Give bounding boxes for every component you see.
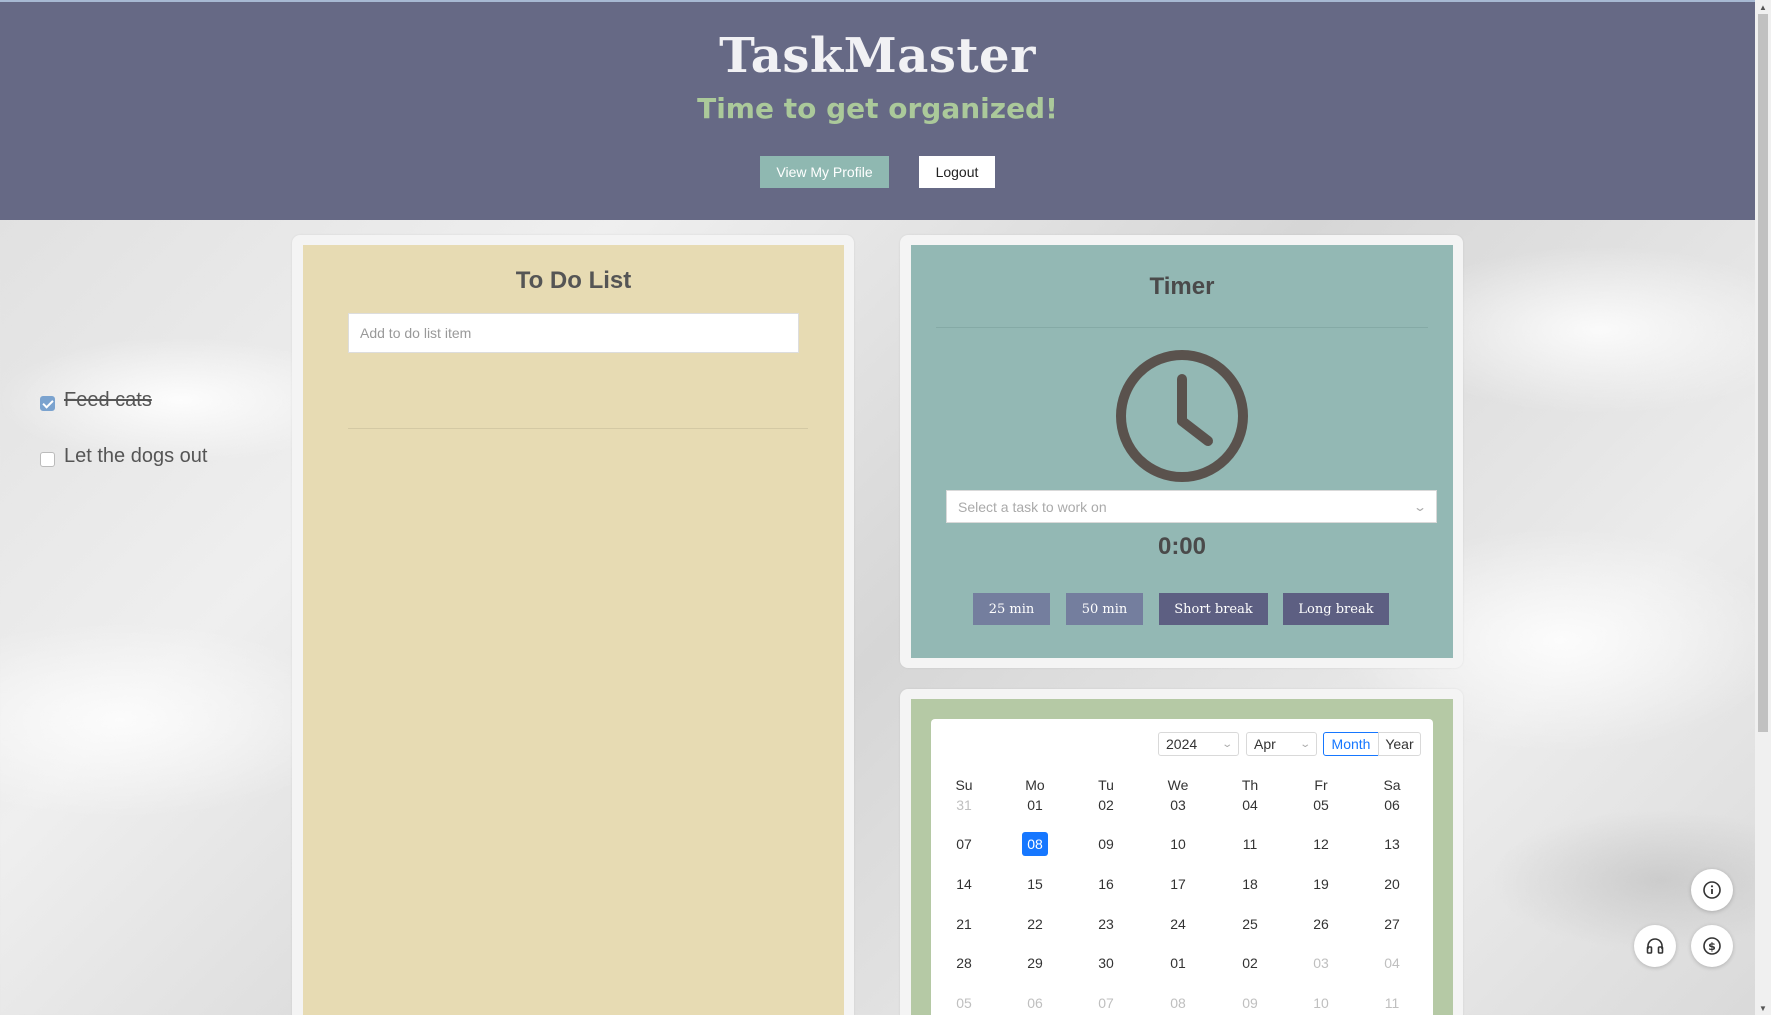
timer-25-min-button[interactable]: 25 min xyxy=(973,593,1050,625)
calendar-day[interactable]: 05 xyxy=(951,991,977,1015)
todo-checkbox[interactable] xyxy=(40,451,55,467)
todo-panel: To Do List Add to do list item xyxy=(303,245,844,1015)
calendar-day[interactable]: 08 xyxy=(1022,832,1048,856)
calendar: 2024 ⌄ Apr ⌄ Month Year Su Mo Tu We Th Fr Sa 31… xyxy=(931,719,1433,1015)
view-profile-button[interactable]: View My Profile xyxy=(760,156,889,188)
calendar-day[interactable]: 01 xyxy=(1022,793,1048,817)
timer-panel: Timer Select a task to work on ⌄ 0:00 25… xyxy=(911,245,1453,658)
calendar-day[interactable]: 03 xyxy=(1165,793,1191,817)
calendar-day[interactable]: 21 xyxy=(951,912,977,936)
calendar-day[interactable]: 18 xyxy=(1237,872,1263,896)
calendar-day[interactable]: 06 xyxy=(1022,991,1048,1015)
todo-item-label: Feed cats xyxy=(64,388,152,411)
calendar-day[interactable]: 04 xyxy=(1237,793,1263,817)
calendar-day[interactable]: 07 xyxy=(1093,991,1119,1015)
calendar-day[interactable]: 02 xyxy=(1237,951,1263,975)
calendar-day[interactable]: 26 xyxy=(1308,912,1334,936)
time-display: 0:00 xyxy=(1157,533,1207,560)
calendar-day[interactable]: 04 xyxy=(1379,951,1405,975)
calendar-day[interactable]: 31 xyxy=(951,793,977,817)
dollar-icon: $ xyxy=(1703,937,1721,955)
calendar-day[interactable]: 23 xyxy=(1093,912,1119,936)
clock-icon xyxy=(1116,350,1248,482)
calendar-day[interactable]: 20 xyxy=(1379,872,1405,896)
calendar-day[interactable]: 19 xyxy=(1308,872,1334,896)
chevron-down-icon: ⌄ xyxy=(1412,499,1428,514)
calendar-day[interactable]: 10 xyxy=(1165,832,1191,856)
timer-50-min-button[interactable]: 50 min xyxy=(1066,593,1143,625)
svg-text:$: $ xyxy=(1708,940,1716,953)
calendar-day[interactable]: 28 xyxy=(951,951,977,975)
donate-button[interactable]: $ xyxy=(1691,925,1733,967)
chevron-down-icon: ⌄ xyxy=(1220,738,1233,750)
year-mode-toggle[interactable]: Year xyxy=(1378,732,1421,756)
tagline: Time to get organized! xyxy=(697,92,1058,125)
todo-item[interactable]: Let the dogs out xyxy=(40,441,504,471)
calendar-day[interactable]: 22 xyxy=(1022,912,1048,936)
todo-item[interactable]: Feed cats xyxy=(40,385,504,415)
year-select[interactable]: 2024 ⌄ xyxy=(1158,732,1239,756)
chevron-down-icon: ⌄ xyxy=(1298,738,1311,750)
calendar-day[interactable]: 12 xyxy=(1308,832,1334,856)
headphones-icon xyxy=(1646,938,1664,954)
calendar-day[interactable]: 07 xyxy=(951,832,977,856)
calendar-day[interactable]: 02 xyxy=(1093,793,1119,817)
info-button[interactable] xyxy=(1691,869,1733,911)
calendar-day[interactable]: 08 xyxy=(1165,991,1191,1015)
calendar-day[interactable]: 10 xyxy=(1308,991,1334,1015)
month-mode-toggle[interactable]: Month xyxy=(1323,732,1379,756)
todo-checkbox[interactable] xyxy=(40,395,55,411)
calendar-day[interactable]: 06 xyxy=(1379,793,1405,817)
month-select[interactable]: Apr ⌄ xyxy=(1246,732,1317,756)
scrollbar-thumb[interactable] xyxy=(1758,14,1768,732)
weekday-header: Su xyxy=(955,777,973,793)
calendar-day[interactable]: 01 xyxy=(1165,951,1191,975)
timer-title: Timer xyxy=(1149,273,1215,300)
info-icon xyxy=(1703,881,1721,899)
calendar-day[interactable]: 11 xyxy=(1237,832,1263,856)
weekday-header: Fr xyxy=(1314,777,1328,793)
header: TaskMaster Time to get organized! View M… xyxy=(0,0,1755,220)
todo-item-label: Let the dogs out xyxy=(64,444,208,467)
task-select-placeholder: Select a task to work on xyxy=(958,498,1107,515)
weekday-header: Th xyxy=(1241,777,1259,793)
calendar-day[interactable]: 15 xyxy=(1022,872,1048,896)
calendar-day[interactable]: 17 xyxy=(1165,872,1191,896)
scroll-up-arrow-icon[interactable]: ▲ xyxy=(1755,0,1771,14)
long-break-button[interactable]: Long break xyxy=(1283,593,1389,625)
short-break-button[interactable]: Short break xyxy=(1159,593,1268,625)
support-button[interactable] xyxy=(1634,925,1676,967)
scroll-down-arrow-icon[interactable]: ▼ xyxy=(1755,1001,1771,1015)
calendar-day[interactable]: 09 xyxy=(1237,991,1263,1015)
calendar-day[interactable]: 24 xyxy=(1165,912,1191,936)
calendar-day[interactable]: 05 xyxy=(1308,793,1334,817)
calendar-day[interactable]: 11 xyxy=(1379,991,1405,1015)
calendar-day[interactable]: 03 xyxy=(1308,951,1334,975)
weekday-header: Mo xyxy=(1025,777,1045,793)
calendar-day[interactable]: 29 xyxy=(1022,951,1048,975)
todo-title: To Do List xyxy=(515,267,632,294)
task-select[interactable]: Select a task to work on ⌄ xyxy=(946,490,1437,523)
weekday-header: We xyxy=(1167,777,1189,793)
calendar-day[interactable]: 27 xyxy=(1379,912,1405,936)
weekday-header: Sa xyxy=(1383,777,1401,793)
calendar-day[interactable]: 13 xyxy=(1379,832,1405,856)
todo-input[interactable]: Add to do list item xyxy=(348,313,799,353)
calendar-day[interactable]: 16 xyxy=(1093,872,1119,896)
calendar-day[interactable]: 30 xyxy=(1093,951,1119,975)
app-title: TaskMaster xyxy=(719,28,1036,84)
month-select-value: Apr xyxy=(1254,736,1276,752)
page-scrollbar[interactable]: ▲ ▼ xyxy=(1755,0,1771,1015)
calendar-day[interactable]: 09 xyxy=(1093,832,1119,856)
logout-button[interactable]: Logout xyxy=(919,156,995,188)
calendar-day[interactable]: 14 xyxy=(951,872,977,896)
todo-divider xyxy=(348,428,808,429)
year-select-value: 2024 xyxy=(1166,736,1198,752)
calendar-day[interactable]: 25 xyxy=(1237,912,1263,936)
weekday-header: Tu xyxy=(1098,777,1114,793)
timer-divider xyxy=(936,327,1428,328)
